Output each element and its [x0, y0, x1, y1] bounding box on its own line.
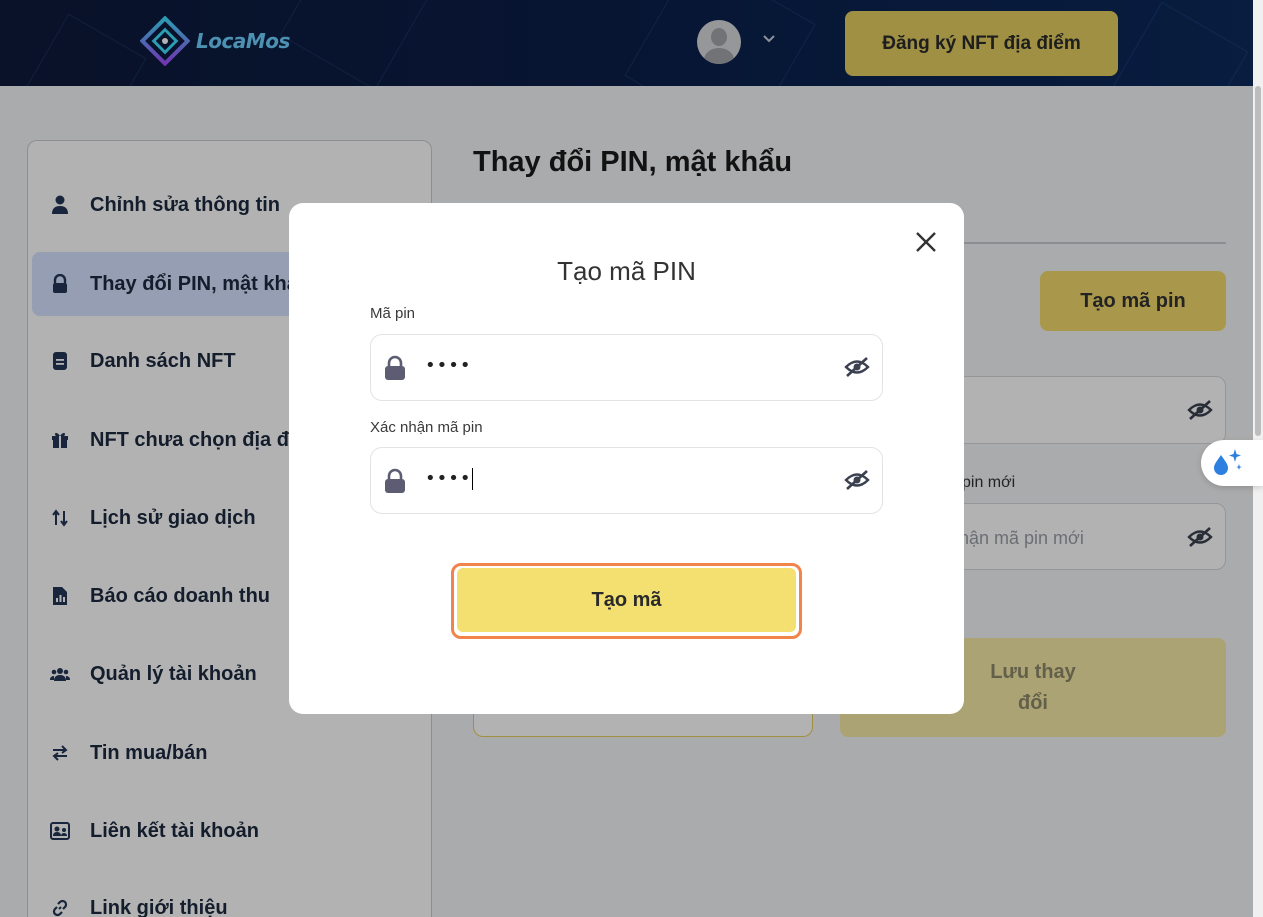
confirm-pin-input[interactable]: •••• — [370, 447, 883, 514]
text-caret — [472, 468, 474, 490]
create-pin-submit-button[interactable]: Tạo mã — [457, 568, 796, 632]
scrollbar-thumb[interactable] — [1255, 86, 1261, 436]
lock-icon — [385, 355, 405, 380]
floating-widget-button[interactable] — [1201, 440, 1263, 486]
eye-off-icon[interactable] — [844, 356, 870, 378]
lock-icon — [385, 468, 405, 493]
eye-off-icon[interactable] — [844, 469, 870, 491]
pin-label: Mã pin — [370, 305, 416, 322]
pin-value: •••• — [425, 355, 472, 376]
sparkle-drop-icon — [1214, 449, 1242, 475]
pin-input[interactable]: •••• — [370, 334, 883, 401]
modal-title: Tạo mã PIN — [557, 256, 696, 286]
confirm-pin-label: Xác nhận mã pin — [370, 419, 483, 436]
confirm-pin-value: •••• — [425, 468, 472, 489]
confirm-pin-value-wrap: •••• — [425, 468, 474, 490]
close-icon[interactable] — [911, 227, 941, 257]
